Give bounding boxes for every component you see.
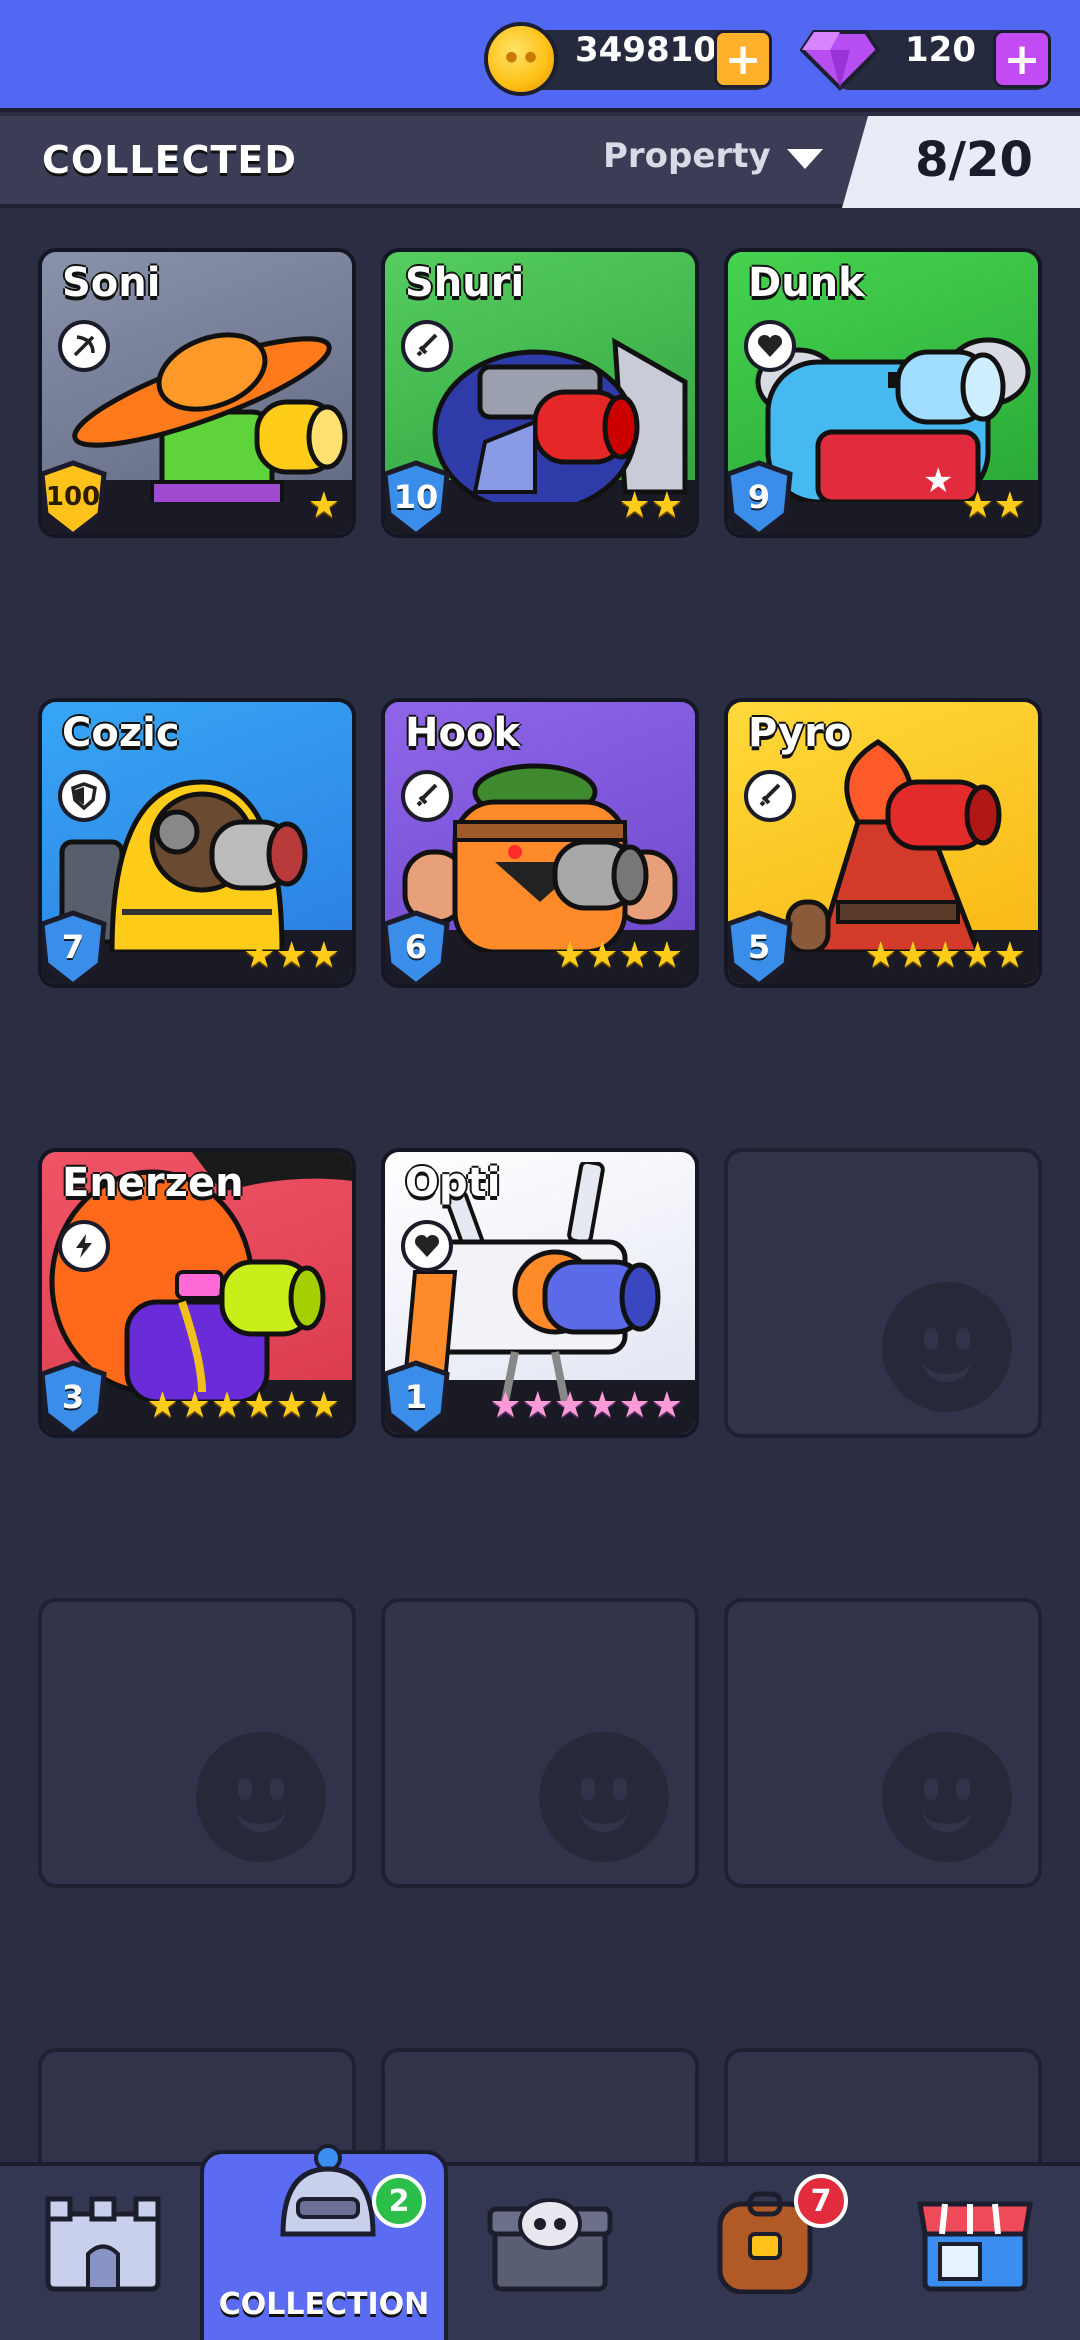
skull-chest-icon	[487, 2198, 613, 2292]
locked-face-icon	[882, 1282, 1012, 1412]
heart-icon	[401, 1220, 453, 1272]
shop-icon	[917, 2201, 1033, 2292]
hero-name: Dunk	[748, 260, 865, 306]
collection-header: COLLECTED Property 8/20	[0, 116, 1080, 208]
empty-hero-slot	[724, 1598, 1042, 1888]
hero-level: 1	[404, 1378, 428, 1416]
buy-gems-button[interactable]: +	[993, 30, 1051, 88]
sword-icon	[401, 770, 453, 822]
hero-level: 7	[61, 928, 85, 966]
hero-level: 10	[393, 478, 439, 516]
hero-name: Hook	[405, 710, 521, 756]
buy-coins-button[interactable]: +	[714, 30, 772, 88]
locked-face-icon	[539, 1732, 669, 1862]
star-rating: ★ ★ ★ ★ ★ ★	[146, 1385, 340, 1426]
lightning-icon	[58, 1220, 110, 1272]
star-icon: ★	[307, 485, 340, 526]
hero-level: 100	[45, 482, 101, 512]
level-badge: 3	[42, 1360, 108, 1434]
level-badge: 100	[42, 460, 108, 534]
level-badge: 7	[42, 910, 108, 984]
star-rating: ★	[308, 488, 340, 524]
star-rating: ★ ★ ★ ★ ★	[864, 935, 1026, 976]
level-badge: 10	[385, 460, 451, 534]
locked-face-icon	[882, 1732, 1012, 1862]
hero-name: Enerzen	[62, 1160, 244, 1206]
hero-card-pyro[interactable]: Pyro 5 ★ ★ ★ ★ ★	[724, 698, 1042, 988]
page-title: COLLECTED	[42, 138, 297, 182]
svg-text:★: ★	[923, 461, 953, 501]
sword-icon	[401, 320, 453, 372]
nav-battle[interactable]	[485, 2184, 615, 2314]
star-rating: ★ ★ ★ ★	[553, 935, 683, 976]
chevron-down-icon	[786, 149, 823, 169]
hero-card-shuri[interactable]: Shuri 10 ★ ★	[381, 248, 699, 538]
hero-level: 3	[61, 1378, 85, 1416]
hero-level: 9	[747, 478, 771, 516]
hero-card-dunk[interactable]: ★ Dunk 9 ★ ★	[724, 248, 1042, 538]
castle-icon	[45, 2196, 161, 2292]
heart-icon	[744, 320, 796, 372]
hero-name: Shuri	[405, 260, 525, 306]
collection-notification-badge: 2	[372, 2174, 426, 2228]
sword-icon	[744, 770, 796, 822]
hero-name: Cozic	[62, 710, 180, 756]
shield-icon	[58, 770, 110, 822]
level-badge: 9	[728, 460, 794, 534]
star-rating: ★ ★ ★ ★ ★ ★	[489, 1385, 683, 1426]
hero-name: Soni	[62, 260, 161, 306]
nav-shop[interactable]	[910, 2184, 1040, 2314]
empty-hero-slot	[724, 1148, 1042, 1438]
level-badge: 1	[385, 1360, 451, 1434]
currency-bar: 349810 •• + 120 +	[0, 0, 1080, 112]
coin-amount: 349810	[575, 30, 717, 70]
star-rating: ★ ★	[618, 485, 683, 526]
inventory-notification-badge: 7	[794, 2174, 848, 2228]
bow-icon	[58, 320, 110, 372]
sort-dropdown[interactable]: Property	[603, 136, 823, 176]
gem-icon	[800, 30, 880, 91]
hero-name: Pyro	[748, 710, 852, 756]
star-rating: ★ ★ ★	[243, 935, 340, 976]
nav-collection-label: COLLECTION	[218, 2287, 430, 2322]
hero-name: Opti	[405, 1160, 501, 1206]
collected-count-box: 8/20	[842, 116, 1080, 208]
hero-level: 6	[404, 928, 428, 966]
hero-card-hook[interactable]: Hook 6 ★ ★ ★ ★	[381, 698, 699, 988]
hero-card-cozic[interactable]: Cozic 7 ★ ★ ★	[38, 698, 356, 988]
sort-label: Property	[603, 136, 771, 176]
level-badge: 5	[728, 910, 794, 984]
soni-character-icon	[72, 332, 348, 502]
hero-card-soni[interactable]: Soni 100 ★	[38, 248, 356, 538]
locked-face-icon	[196, 1732, 326, 1862]
coin-icon: ••	[484, 22, 558, 96]
empty-hero-slot	[381, 1598, 699, 1888]
hero-card-enerzen[interactable]: Enerzen 3 ★ ★ ★ ★ ★ ★	[38, 1148, 356, 1438]
gem-amount: 120	[905, 30, 976, 70]
nav-castle[interactable]	[38, 2184, 168, 2314]
level-badge: 6	[385, 910, 451, 984]
collected-count: 8/20	[915, 132, 1033, 188]
empty-hero-slot	[38, 1598, 356, 1888]
collection-helmet-icon	[280, 2144, 376, 2237]
hero-card-opti[interactable]: Opti 1 ★ ★ ★ ★ ★ ★	[381, 1148, 699, 1438]
star-rating: ★ ★	[961, 485, 1026, 526]
hero-level: 5	[747, 928, 771, 966]
